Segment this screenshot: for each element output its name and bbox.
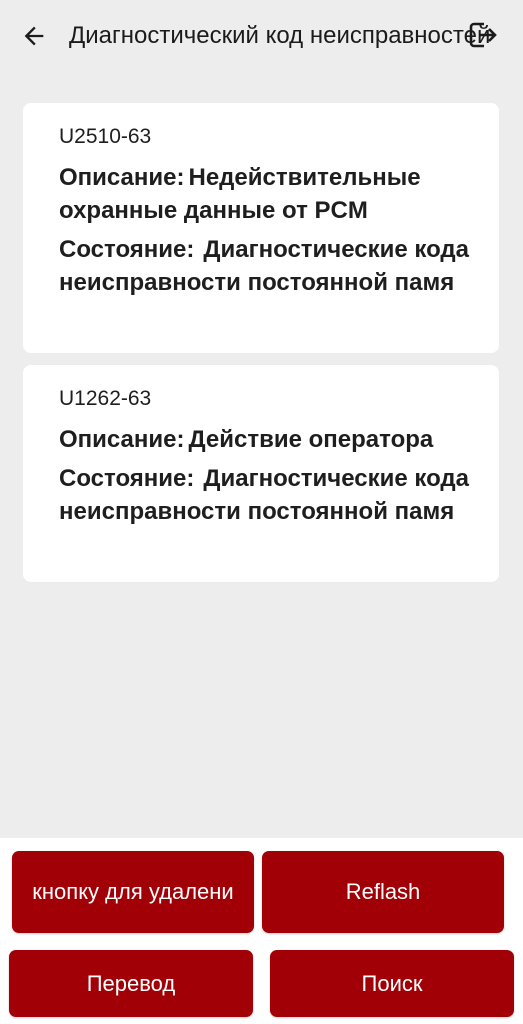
status-label: Состояние:: [59, 236, 195, 263]
description-text: Действие оператора: [188, 426, 434, 453]
dtc-code: U1262-63: [59, 387, 152, 410]
description-label: Описание:: [59, 164, 185, 191]
description-label: Описание:: [59, 426, 185, 453]
reflash-button[interactable]: Reflash: [262, 851, 504, 933]
dtc-description: Описание: Действие оператора: [59, 423, 479, 456]
translate-button[interactable]: Перевод: [9, 950, 253, 1017]
dtc-status: Состояние: Диагностические кода неисправн…: [59, 462, 479, 528]
exit-button[interactable]: [462, 15, 502, 55]
exit-icon: [469, 22, 497, 48]
dtc-code: U2510-63: [59, 125, 152, 148]
arrow-left-icon: [24, 26, 44, 46]
page-title: Диагностический код неисправностей: [69, 22, 491, 49]
dtc-status: Состояние: Диагностические кода неисправн…: [59, 233, 479, 299]
dtc-description: Описание: Недействительные охранные данны…: [59, 161, 479, 227]
top-app-bar: Диагностический код неисправностей: [0, 0, 523, 72]
back-button[interactable]: [14, 16, 54, 56]
dtc-card[interactable]: U1262-63 Описание: Действие оператора Сос…: [23, 365, 499, 582]
search-button[interactable]: Поиск: [270, 950, 514, 1017]
delete-codes-button[interactable]: кнопку для удалени: [12, 851, 254, 933]
dtc-card[interactable]: U2510-63 Описание: Недействительные охран…: [23, 103, 499, 353]
status-label: Состояние:: [59, 465, 195, 492]
